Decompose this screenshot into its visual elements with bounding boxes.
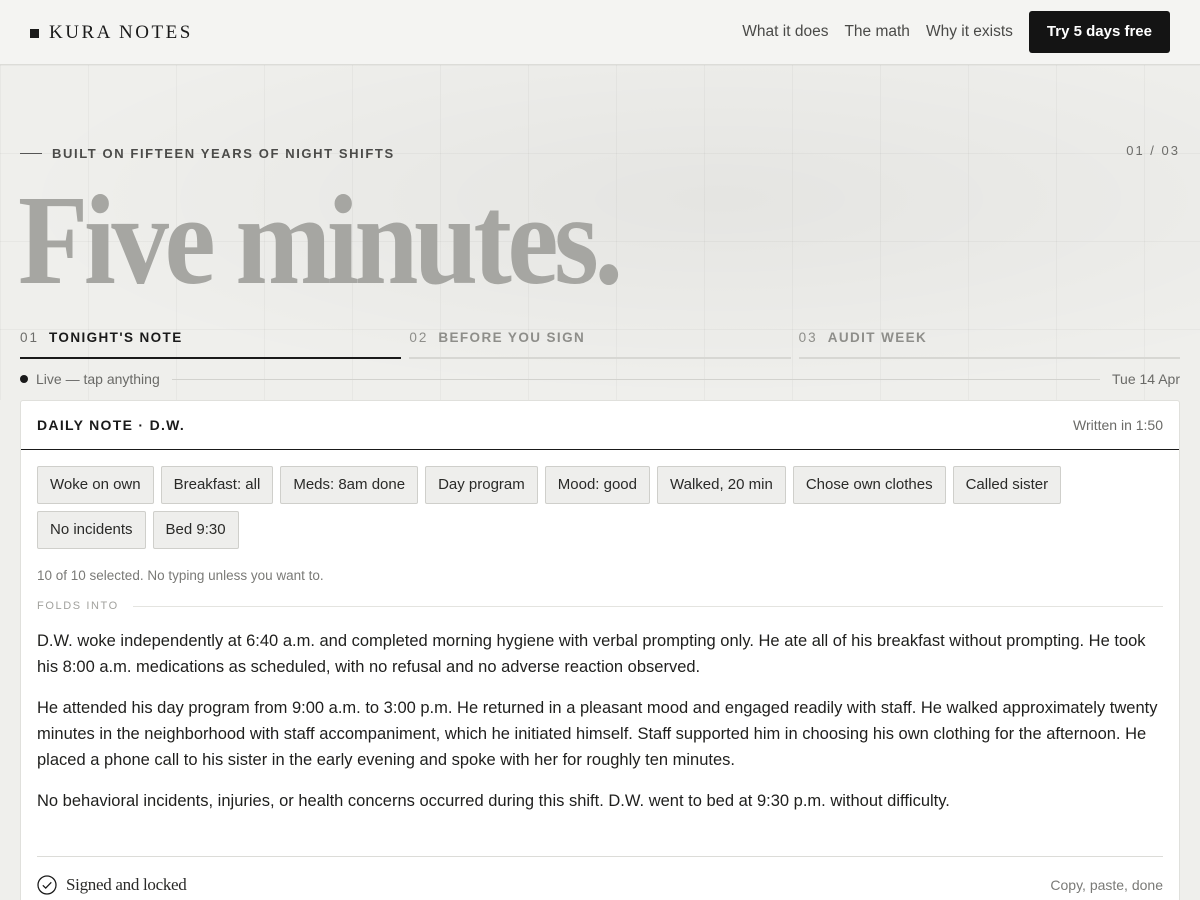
chip-bed[interactable]: Bed 9:30 xyxy=(152,511,239,549)
chip-no-incidents[interactable]: No incidents xyxy=(37,511,146,549)
chip-called-sister[interactable]: Called sister xyxy=(952,466,1062,504)
live-status-text: Live — tap anything xyxy=(36,371,160,387)
tab-label: BEFORE YOU SIGN xyxy=(438,330,586,345)
folds-into-label: FOLDS INTO xyxy=(37,600,119,612)
tab-tonights-note[interactable]: 01 TONIGHT'S NOTE xyxy=(20,330,402,359)
hero-eyebrow: BUILT ON FIFTEEN YEARS OF NIGHT SHIFTS xyxy=(20,146,395,161)
tab-bar: 01 TONIGHT'S NOTE 02 BEFORE YOU SIGN 03 AUD… xyxy=(20,330,1180,359)
live-divider xyxy=(171,378,1101,380)
brand[interactable]: KURA NOTES xyxy=(30,22,193,44)
chip-chose-own-clothes[interactable]: Chose own clothes xyxy=(792,466,946,504)
tab-label: AUDIT WEEK xyxy=(827,330,928,345)
card-footer: Signed and locked Copy, paste, done xyxy=(37,856,1163,900)
nav-link-why-it-exists[interactable]: Why it exists xyxy=(926,11,1013,53)
eyebrow-text: BUILT ON FIFTEEN YEARS OF NIGHT SHIFTS xyxy=(52,146,395,161)
tab-number: 02 xyxy=(409,330,429,345)
live-status-row: Live — tap anything Tue 14 Apr xyxy=(20,370,1180,388)
note-title: DAILY NOTE · D.W. xyxy=(37,417,186,433)
written-timer: Written in 1:50 xyxy=(1072,417,1163,433)
brand-name: KURA NOTES xyxy=(49,22,193,43)
daily-note-card: DAILY NOTE · D.W. Written in 1:50 Woke o… xyxy=(20,400,1180,900)
tab-before-you-sign[interactable]: 02 BEFORE YOU SIGN xyxy=(409,330,791,359)
chip-woke-on-own[interactable]: Woke on own xyxy=(37,466,154,504)
chip-meds[interactable]: Meds: 8am done xyxy=(280,466,419,504)
check-circle-icon xyxy=(37,874,57,895)
tab-audit-week[interactable]: 03 AUDIT WEEK xyxy=(798,330,1180,359)
folds-rule xyxy=(132,605,1163,607)
generated-narrative: D.W. woke independently at 6:40 a.m. and… xyxy=(21,612,1179,814)
chip-mood[interactable]: Mood: good xyxy=(544,466,650,504)
tab-label: TONIGHT'S NOTE xyxy=(49,330,183,345)
top-bar: KURA NOTES What it does The math Why it … xyxy=(0,0,1200,65)
slide-pager: 01 / 03 xyxy=(1126,143,1180,158)
note-date: Tue 14 Apr xyxy=(1112,371,1180,387)
chip-list: Woke on own Breakfast: all Meds: 8am don… xyxy=(21,450,1179,549)
narrative-paragraph: He attended his day program from 9:00 a.… xyxy=(37,699,1158,769)
try-free-button[interactable]: Try 5 days free xyxy=(1028,11,1170,53)
copy-hint: Copy, paste, done xyxy=(1050,876,1163,893)
hero-title: Five minutes. xyxy=(18,169,623,311)
nav-link-what-it-does[interactable]: What it does xyxy=(742,11,828,53)
signed-text: Signed and locked xyxy=(66,874,187,894)
main-nav: What it does The math Why it exists Try … xyxy=(742,11,1170,53)
card-header: DAILY NOTE · D.W. Written in 1:50 xyxy=(21,401,1179,450)
chip-walked[interactable]: Walked, 20 min xyxy=(657,466,786,504)
narrative-paragraph: D.W. woke independently at 6:40 a.m. and… xyxy=(37,632,1146,676)
chip-breakfast[interactable]: Breakfast: all xyxy=(160,466,274,504)
tab-number: 01 xyxy=(20,330,40,345)
chip-day-program[interactable]: Day program xyxy=(425,466,538,504)
nav-link-the-math[interactable]: The math xyxy=(844,11,909,53)
signed-status: Signed and locked xyxy=(37,874,187,895)
brand-square-icon xyxy=(30,28,39,38)
folds-into-divider: FOLDS INTO xyxy=(37,600,1163,612)
selected-count: 10 of 10 selected. No typing unless you … xyxy=(37,568,324,583)
eyebrow-rule xyxy=(20,153,42,154)
live-dot-icon xyxy=(20,375,28,383)
tab-number: 03 xyxy=(798,330,818,345)
narrative-paragraph: No behavioral incidents, injuries, or he… xyxy=(37,792,950,810)
